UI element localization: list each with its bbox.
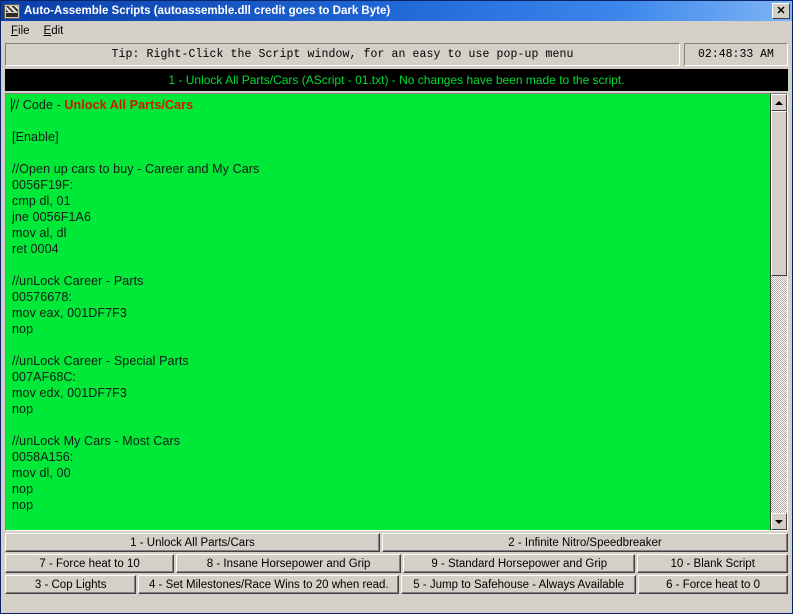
script-text-area[interactable]: // Code - Unlock All Parts/Cars [Enable]…: [6, 94, 770, 530]
script-line: nop: [12, 482, 34, 496]
tip-row: Tip: Right-Click the Script window, for …: [1, 41, 792, 69]
clock-panel: 02:48:33 AM: [684, 43, 788, 66]
menu-item-file[interactable]: File: [5, 23, 38, 39]
auto-assemble-scripts-window: Auto-Assemble Scripts (autoassemble.dll …: [0, 0, 793, 614]
script-button[interactable]: 6 - Force heat to 0: [638, 575, 789, 594]
status-bar-wrapper: 1 - Unlock All Parts/Cars (AScript - 01.…: [1, 69, 792, 91]
script-vertical-scrollbar[interactable]: [770, 94, 787, 530]
clock-text: 02:48:33 AM: [698, 48, 774, 61]
script-line: 00576678:: [12, 290, 72, 304]
tip-text: Tip: Right-Click the Script window, for …: [111, 48, 574, 61]
script-button[interactable]: 8 - Insane Horsepower and Grip: [176, 554, 402, 573]
script-button[interactable]: 7 - Force heat to 10: [5, 554, 175, 573]
scrollbar-track[interactable]: [771, 111, 787, 513]
script-button[interactable]: 3 - Cop Lights: [5, 575, 137, 594]
status-text: 1 - Unlock All Parts/Cars (AScript - 01.…: [168, 73, 625, 87]
close-icon[interactable]: ✕: [772, 3, 790, 19]
script-line: [12, 145, 770, 161]
script-line: nop: [12, 498, 34, 512]
script-line: nop: [12, 322, 34, 336]
script-line: 0056F19F:: [12, 178, 74, 192]
script-button-row-3: 3 - Cop Lights 4 - Set Milestones/Race Wi…: [5, 575, 789, 594]
script-line: 007AF68C:: [12, 370, 77, 384]
bottom-filler: [1, 596, 792, 613]
script-line: //Open up cars to buy - Career and My Ca…: [12, 162, 260, 176]
title-bar[interactable]: Auto-Assemble Scripts (autoassemble.dll …: [1, 1, 792, 21]
tip-panel: Tip: Right-Click the Script window, for …: [5, 43, 680, 66]
script-button[interactable]: 5 - Jump to Safehouse - Always Available: [401, 575, 637, 594]
scroll-down-icon[interactable]: [771, 513, 787, 530]
window-title: Auto-Assemble Scripts (autoassemble.dll …: [24, 5, 391, 17]
scrollbar-thumb[interactable]: [771, 111, 787, 276]
text-caret: [11, 98, 12, 112]
arrow-up-glyph: [775, 100, 783, 105]
title-bar-buttons: ✕: [772, 3, 790, 19]
script-button-rows: 1 - Unlock All Parts/Cars 2 - Infinite Ni…: [1, 531, 792, 596]
menu-item-file-accel: F: [11, 24, 19, 37]
script-line: mov dl, 00: [12, 466, 71, 480]
scroll-up-icon[interactable]: [771, 94, 787, 111]
menu-item-edit[interactable]: Edit: [38, 23, 72, 39]
script-line: [12, 417, 770, 433]
script-line: //unLock My Cars - Most Cars: [12, 434, 181, 448]
script-line: jne 0056F1A6: [12, 210, 92, 224]
script-line: [Enable]: [12, 130, 59, 144]
script-line: mov eax, 001DF7F3: [12, 306, 127, 320]
script-button[interactable]: 2 - Infinite Nitro/Speedbreaker: [381, 533, 788, 552]
script-button-row-1: 1 - Unlock All Parts/Cars 2 - Infinite Ni…: [5, 533, 788, 552]
script-line-text: // Code -: [12, 98, 65, 112]
script-line: nop: [12, 402, 34, 416]
script-line: ret 0004: [12, 242, 59, 256]
script-line: mov al, dl: [12, 226, 67, 240]
script-line: 0058A156:: [12, 450, 74, 464]
status-bar: 1 - Unlock All Parts/Cars (AScript - 01.…: [5, 69, 788, 91]
script-line-highlight: Unlock All Parts/Cars: [64, 98, 194, 112]
arrow-down-glyph: [775, 519, 783, 524]
script-line: mov edx, 001DF7F3: [12, 386, 127, 400]
script-line: // Code - Unlock All Parts/Cars: [12, 97, 770, 113]
script-line: [12, 113, 770, 129]
script-line: [12, 337, 770, 353]
menu-item-file-rest: ile: [18, 24, 30, 37]
script-button[interactable]: 4 - Set Milestones/Race Wins to 20 when …: [138, 575, 400, 594]
script-line: cmp dl, 01: [12, 194, 71, 208]
script-line: //unLock Career - Special Parts: [12, 354, 189, 368]
script-button[interactable]: 1 - Unlock All Parts/Cars: [5, 533, 380, 552]
menu-bar: File Edit: [1, 21, 792, 41]
app-icon: [4, 3, 20, 19]
script-editor-panel: // Code - Unlock All Parts/Cars [Enable]…: [5, 93, 788, 531]
menu-item-edit-rest: dit: [51, 24, 64, 37]
script-line: [12, 257, 770, 273]
script-line: //unLock Career - Parts: [12, 274, 144, 288]
script-button[interactable]: 9 - Standard Horsepower and Grip: [403, 554, 636, 573]
script-button[interactable]: 10 - Blank Script: [637, 554, 788, 573]
script-button-row-2: 7 - Force heat to 10 8 - Insane Horsepowe…: [5, 554, 788, 573]
